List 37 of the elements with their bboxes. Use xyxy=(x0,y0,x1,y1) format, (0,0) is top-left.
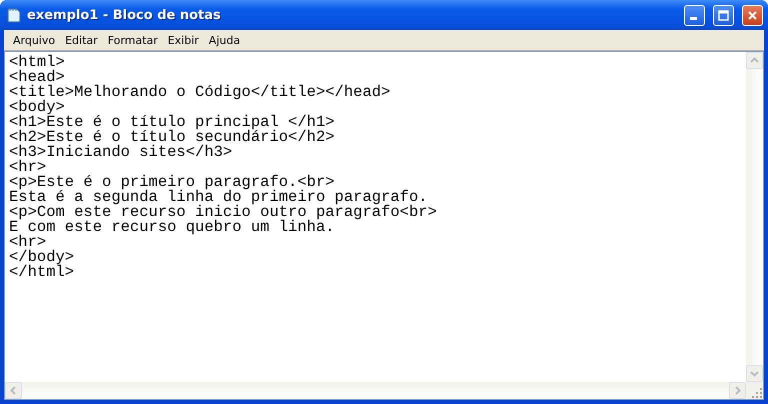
text-line: </body> xyxy=(9,250,76,265)
scroll-up-button[interactable] xyxy=(746,52,763,69)
vertical-scrollbar[interactable] xyxy=(746,52,763,382)
menu-item[interactable]: Ajuda xyxy=(204,32,246,48)
menu-item[interactable]: Exibir xyxy=(162,32,204,48)
resize-grip-icon[interactable] xyxy=(751,387,763,399)
chevron-icon xyxy=(750,56,759,65)
text-line: <title>Melhorando o Código</title></head> xyxy=(9,85,392,100)
horizontal-scrollbar[interactable] xyxy=(5,382,746,399)
scroll-left-button[interactable] xyxy=(5,382,22,399)
text-line: <h2>Este é o título secundário</h2> xyxy=(9,130,336,145)
text-line: E com este recurso quebro um linha. xyxy=(9,220,335,235)
menu-item[interactable]: Formatar xyxy=(102,32,163,48)
notepad-icon xyxy=(7,7,21,23)
menu-item[interactable]: Arquivo xyxy=(8,32,60,48)
minimize-button[interactable] xyxy=(684,4,705,26)
text-line: <body> xyxy=(9,100,65,115)
close-icon xyxy=(747,10,758,20)
text-line: <h3>Iniciando sites</h3> xyxy=(9,145,234,160)
close-button[interactable] xyxy=(742,4,763,26)
text-line: <hr> xyxy=(9,160,46,175)
text-line: <hr> xyxy=(9,235,46,250)
text-line: Esta é a segunda linha do primeiro paragrafo. xyxy=(9,190,428,205)
text-line: <head> xyxy=(9,70,65,85)
window-title: exemplo1 - Bloco de notas xyxy=(27,8,222,22)
text-line: <h1>Este é o título principal </h1> xyxy=(9,115,336,130)
text-line: </html> xyxy=(9,265,76,280)
menu-item[interactable]: Editar xyxy=(60,32,103,48)
text-line: <p>Com este recurso inicio outro paragrafo<br> xyxy=(9,205,438,220)
maximize-button[interactable] xyxy=(713,4,734,26)
maximize-icon xyxy=(718,10,729,20)
scroll-down-button[interactable] xyxy=(746,365,763,382)
scroll-right-button[interactable] xyxy=(729,382,746,399)
text-line: <html> xyxy=(9,55,66,70)
text-line: <p>Este é o primeiro paragrafo.<br> xyxy=(9,175,336,190)
chevron-icon xyxy=(9,386,18,395)
minimize-icon xyxy=(690,16,697,20)
